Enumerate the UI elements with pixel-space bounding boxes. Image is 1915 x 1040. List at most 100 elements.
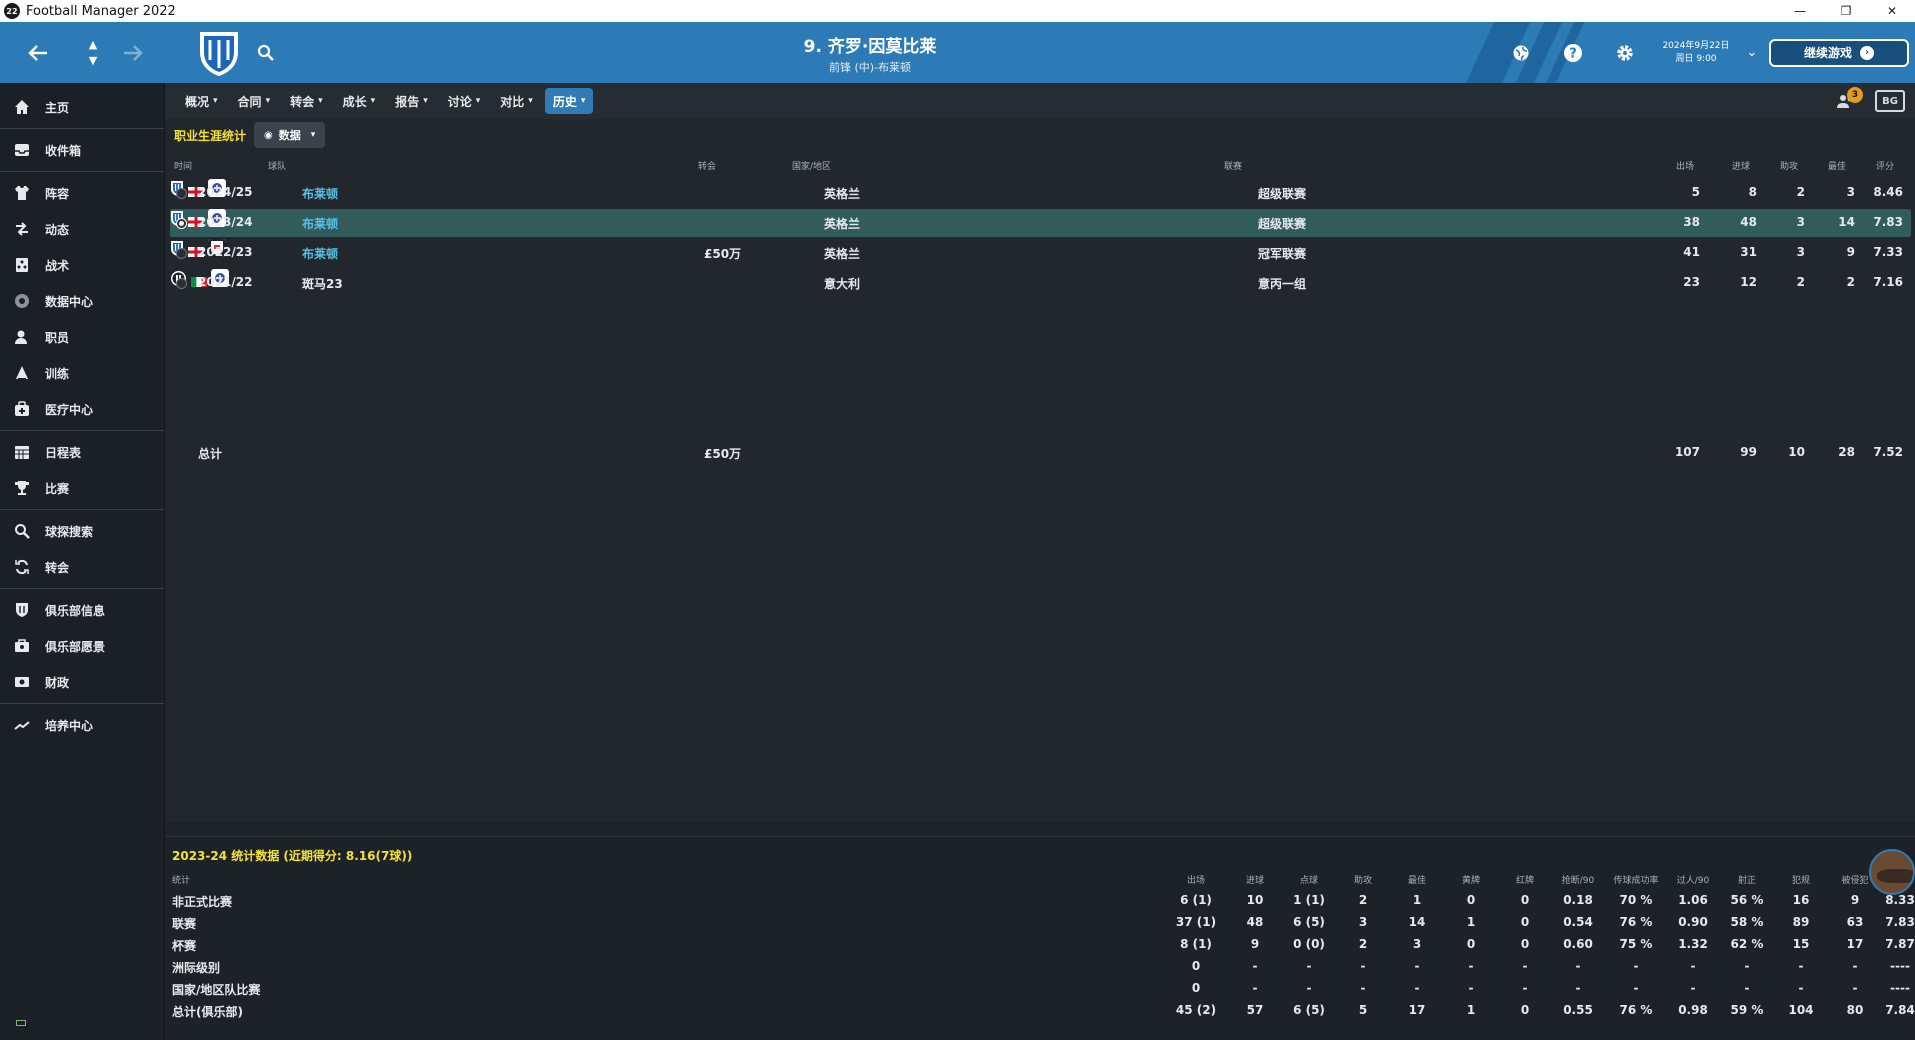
tab-label: 合同 bbox=[237, 94, 262, 109]
sidebar-item-staff[interactable]: 职员 bbox=[0, 319, 164, 355]
sidebar-item-club-info[interactable]: 俱乐部信息 bbox=[0, 592, 164, 628]
sidebar-item-label: 转会 bbox=[45, 560, 70, 575]
team-link[interactable]: 布莱顿 bbox=[302, 245, 338, 262]
back-arrow-icon[interactable] bbox=[0, 22, 76, 83]
nation[interactable]: 英格兰 bbox=[824, 185, 860, 202]
nation[interactable]: 英格兰 bbox=[824, 215, 860, 232]
col-league[interactable]: 联赛 bbox=[1224, 159, 1242, 172]
tab-reports[interactable]: 报告 ▾ bbox=[387, 88, 436, 114]
restore-button[interactable]: ❐ bbox=[1823, 0, 1869, 22]
col-year[interactable]: 时间 bbox=[174, 159, 192, 172]
table-row[interactable]: 2022/23 布莱顿 £50万 英格兰 冠军联赛 41 31 3 9 7.33 bbox=[170, 239, 1911, 267]
sidebar-item-club-vision[interactable]: 俱乐部愿景 bbox=[0, 628, 164, 664]
close-button[interactable]: ✕ bbox=[1869, 0, 1915, 22]
tab-history[interactable]: 历史 ▾ bbox=[544, 88, 594, 114]
tab-development[interactable]: 成长 ▾ bbox=[335, 88, 384, 114]
sidebar-item-finance[interactable]: 财政 bbox=[0, 664, 164, 700]
sidebar-item-schedule[interactable]: 日程表 bbox=[0, 434, 164, 470]
chevron-up-icon[interactable]: ▲ bbox=[89, 37, 97, 53]
sidebar-item-development[interactable]: 培养中心 bbox=[0, 707, 164, 743]
continue-button[interactable]: 继续游戏 › bbox=[1769, 38, 1909, 67]
apps: 41 bbox=[1683, 245, 1700, 259]
avg-rating: 7.83 bbox=[1885, 915, 1915, 929]
team-link[interactable]: 布莱顿 bbox=[302, 215, 338, 232]
sidebar-item-transfers[interactable]: 转会 bbox=[0, 549, 164, 585]
fouls: 15 bbox=[1792, 937, 1810, 951]
col-goals[interactable]: 进球 bbox=[1732, 159, 1750, 172]
col-rating[interactable]: 评分 bbox=[1876, 159, 1894, 172]
minimize-button[interactable]: — bbox=[1777, 0, 1823, 22]
avg-rating: 7.16 bbox=[1873, 275, 1903, 289]
table-row[interactable]: 2021/22 斑马23 意大利 意丙一组 23 12 2 2 7.16 bbox=[170, 269, 1911, 297]
sidebar-item-inbox[interactable]: 收件箱 bbox=[0, 132, 164, 168]
career-total-row: 总计 £50万 107 99 10 28 7.52 bbox=[170, 439, 1911, 467]
tab-contract[interactable]: 合同 ▾ bbox=[230, 88, 279, 114]
tab-compare[interactable]: 对比 ▾ bbox=[492, 88, 541, 114]
fouled: 17 bbox=[1846, 937, 1864, 951]
pass-completion: - bbox=[1633, 981, 1639, 995]
col-yellow: 黄牌 bbox=[1461, 876, 1480, 886]
shots-on-target: - bbox=[1744, 981, 1750, 995]
row-radio[interactable] bbox=[176, 188, 187, 199]
nation[interactable]: 意大利 bbox=[824, 275, 860, 292]
tab-discuss[interactable]: 讨论 ▾ bbox=[440, 88, 489, 114]
tab-overview[interactable]: 概况 ▾ bbox=[177, 88, 226, 114]
inbox-icon bbox=[12, 141, 32, 159]
row-radio[interactable] bbox=[176, 218, 187, 229]
apps: 8 (1) bbox=[1180, 937, 1212, 951]
player-name: 9. 齐罗·因莫比莱 bbox=[803, 37, 937, 57]
team-link[interactable]: 布莱顿 bbox=[302, 185, 338, 202]
table-row[interactable]: 2024/25 布莱顿 英格兰 超级联赛 5 8 2 3 8.46 bbox=[170, 179, 1911, 207]
dribbles-per-90: 0.90 bbox=[1678, 915, 1708, 929]
view-selector[interactable]: ◉ 数据 ▾ bbox=[254, 122, 326, 148]
chevron-down-icon[interactable]: ▼ bbox=[89, 53, 97, 69]
col-on-target: 射正 bbox=[1737, 876, 1756, 886]
game-date[interactable]: 2024年9月22日 周日 9:00 bbox=[1651, 40, 1741, 66]
row-radio[interactable] bbox=[176, 278, 187, 289]
tab-transfer[interactable]: 转会 ▾ bbox=[282, 88, 331, 114]
club-crest-icon[interactable] bbox=[196, 28, 242, 78]
forward-arrow-icon[interactable] bbox=[110, 22, 156, 83]
col-team[interactable]: 球队 bbox=[268, 159, 286, 172]
sidebar-item-dynamics[interactable]: 动态 bbox=[0, 211, 164, 247]
sidebar-item-label: 职员 bbox=[45, 330, 70, 345]
league-link[interactable]: 冠军联赛 bbox=[1258, 245, 1306, 262]
col-apps[interactable]: 出场 bbox=[1676, 159, 1694, 172]
sidebar-item-tactics[interactable]: 战术 bbox=[0, 247, 164, 283]
shots-on-target: 59 % bbox=[1730, 1003, 1764, 1017]
col-assists[interactable]: 助攻 bbox=[1780, 159, 1798, 172]
team-link[interactable]: 斑马23 bbox=[302, 275, 343, 292]
settings-gear-icon[interactable] bbox=[1599, 22, 1651, 83]
finance-icon bbox=[12, 673, 32, 691]
sidebar-item-squad[interactable]: 阵容 bbox=[0, 175, 164, 211]
apps: 5 bbox=[1691, 185, 1700, 199]
league-link[interactable]: 超级联赛 bbox=[1258, 185, 1306, 202]
sidebar-item-medical[interactable]: 医疗中心 bbox=[0, 391, 164, 427]
sidebar-item-scouting[interactable]: 球探搜索 bbox=[0, 513, 164, 549]
sidebar-item-competitions[interactable]: 比赛 bbox=[0, 470, 164, 506]
sidebar-item-label: 财政 bbox=[45, 675, 70, 690]
row-radio[interactable] bbox=[176, 248, 187, 259]
prev-next-player[interactable]: ▲ ▼ bbox=[76, 22, 110, 83]
chevron-down-icon[interactable]: ⌄ bbox=[1741, 45, 1763, 60]
help-icon[interactable]: ? bbox=[1547, 22, 1599, 83]
kit-icon[interactable]: BG bbox=[1875, 90, 1905, 112]
player-notifications[interactable]: 3 bbox=[1831, 83, 1863, 119]
player-of-match: 3 bbox=[1846, 185, 1855, 199]
search-icon[interactable] bbox=[248, 22, 284, 83]
sidebar-item-training[interactable]: 训练 bbox=[0, 355, 164, 391]
league-link[interactable]: 意丙一组 bbox=[1258, 275, 1306, 292]
col-transfer[interactable]: 转会 bbox=[698, 159, 716, 172]
col-nation[interactable]: 国家/地区 bbox=[792, 159, 831, 172]
world-icon[interactable] bbox=[1495, 22, 1547, 83]
sidebar-item-home[interactable]: 主页 bbox=[0, 89, 164, 125]
sidebar-item-label: 俱乐部愿景 bbox=[45, 639, 106, 654]
table-row[interactable]: 2023/24 布莱顿 英格兰 超级联赛 38 48 3 14 7.83 bbox=[170, 209, 1911, 237]
col-pom[interactable]: 最佳 bbox=[1828, 159, 1846, 172]
stat-label: 非正式比赛 bbox=[172, 895, 233, 909]
col-apps: 出场 bbox=[1186, 876, 1205, 886]
league-link[interactable]: 超级联赛 bbox=[1258, 215, 1306, 232]
fouls: - bbox=[1798, 981, 1804, 995]
nation[interactable]: 英格兰 bbox=[824, 245, 860, 262]
sidebar-item-data-hub[interactable]: 数据中心 bbox=[0, 283, 164, 319]
